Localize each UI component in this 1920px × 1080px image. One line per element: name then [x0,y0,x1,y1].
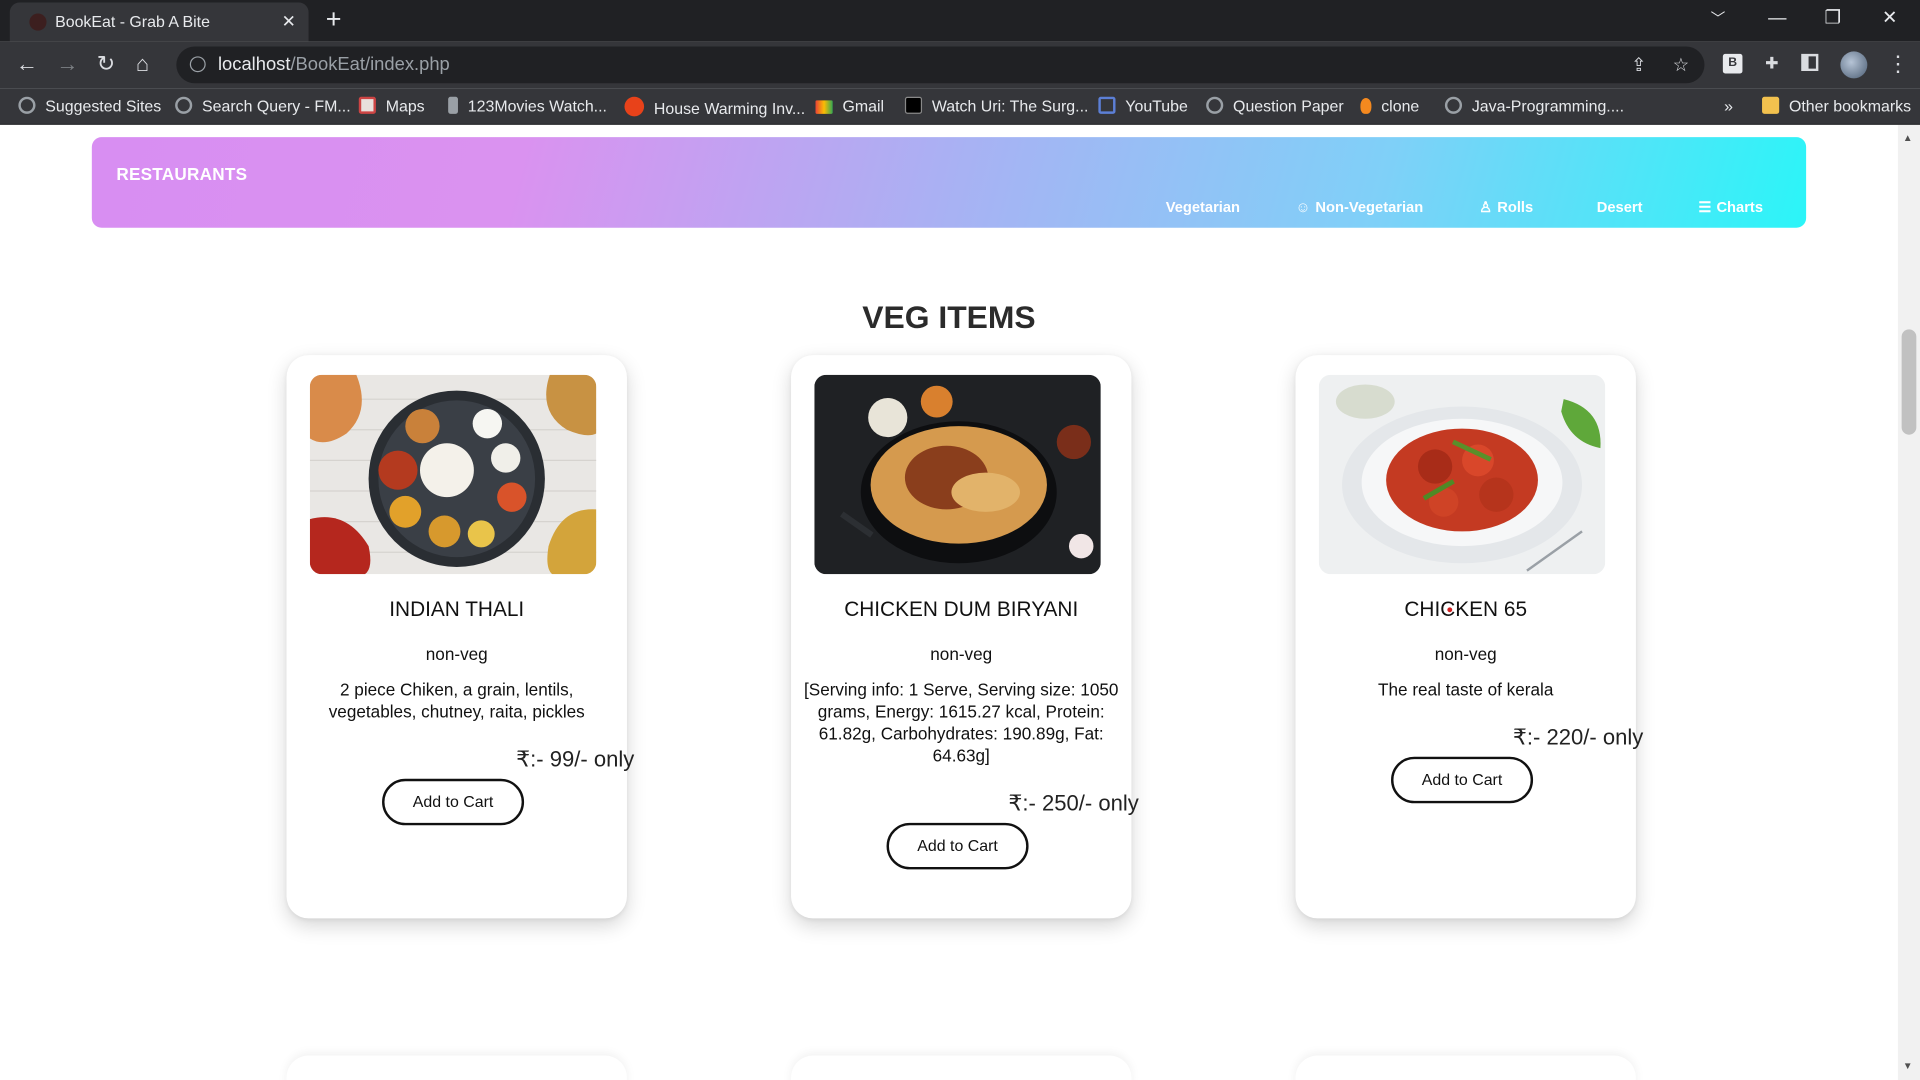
bookmark-clone[interactable]: clone [1360,97,1419,115]
food-image-chicken-dum-biryani [814,374,1101,575]
bookmark-watch-uri[interactable]: Watch Uri: The Surg... [904,96,1088,115]
bookmark-java-programming[interactable]: Java-Programming.... [1444,96,1624,115]
nav-charts[interactable]: ☰ Charts [1698,198,1763,215]
food-description: [Serving info: 1 Serve, Serving size: 10… [803,679,1119,766]
flame-icon [1360,97,1372,114]
food-title: CHICKEN 65 [1404,597,1528,621]
user-icon: ♙ [1479,198,1493,216]
bookmark-123movies[interactable]: 123Movies Watch... [448,96,607,115]
extensions-puzzle-icon[interactable]: ✚ [1762,54,1782,74]
food-card-next-row [286,1055,627,1080]
bookmark-maps[interactable]: Maps [358,96,425,115]
forward-icon[interactable]: → [56,51,78,75]
close-tab-icon[interactable]: ✕ [282,10,296,32]
red-dot [1447,607,1453,613]
food-card: CHICKEN DUM BIRYANI non-veg [Serving inf… [791,355,1139,919]
section-title: VEG ITEMS [862,298,1036,336]
food-price: ₹:- 250/- only [1008,791,1139,816]
food-type: non-veg [425,644,488,664]
bookmarks-overflow-icon[interactable]: » [1724,97,1733,115]
site-navbar: RESTAURANTS Vegetarian ☺ Non-Vegetarian ♙… [91,137,1807,228]
food-description: 2 piece Chiken, a grain, lentils, vegeta… [328,679,585,722]
maps-icon [358,96,376,114]
folder-icon [1762,96,1780,114]
tab-title: BookEat - Grab A Bite [55,12,210,31]
bookmark-gmail[interactable]: Gmail [815,97,884,115]
food-type: non-veg [930,644,993,664]
add-to-cart-button[interactable]: Add to Cart [382,778,525,826]
food-description: The real taste of kerala [1378,679,1554,700]
nav-non-vegetarian[interactable]: ☺ Non-Vegetarian [1296,198,1424,215]
brand-link[interactable]: RESTAURANTS [116,164,247,184]
restore-icon[interactable]: ❐ [1824,7,1840,29]
browser-tab-strip: BookEat - Grab A Bite ✕ + ﹀ — ❐ ✕ [0,0,1920,42]
browser-tab[interactable]: BookEat - Grab A Bite ✕ [9,2,309,42]
bookmarks-bar: Suggested Sites Search Query - FM... Map… [0,88,1920,125]
scroll-up-icon[interactable]: ▲ [1903,132,1913,143]
smile-icon: ☺ [1295,198,1311,216]
other-bookmarks[interactable]: Other bookmarks [1762,96,1911,115]
food-title: INDIAN THALI [389,597,525,621]
up-icon [624,96,645,117]
globe-icon [18,96,36,114]
address-bar[interactable]: localhost/BookEat/index.php ⇪ ☆ [176,46,1705,84]
side-panel-icon[interactable] [1801,53,1819,72]
profile-avatar[interactable] [1840,51,1868,79]
food-card: INDIAN THALI non-veg 2 piece Chiken, a g… [286,355,634,919]
new-tab-icon[interactable]: + [326,6,342,33]
extension-b-icon[interactable]: B [1722,53,1743,74]
nav-vegetarian[interactable]: Vegetarian [1166,198,1240,215]
add-to-cart-button[interactable]: Add to Cart [886,822,1029,870]
page-content: RESTAURANTS Vegetarian ☺ Non-Vegetarian ♙… [0,124,1898,1080]
food-image-chicken-65 [1318,374,1606,575]
globe-icon [175,96,193,114]
browser-toolbar: ← → ↻ ⌂ localhost/BookEat/index.php ⇪ ☆ … [0,41,1920,89]
favicon-icon [29,13,47,31]
home-icon[interactable]: ⌂ [136,51,149,75]
reload-icon[interactable]: ↻ [97,51,115,75]
food-price: ₹:- 220/- only [1512,724,1644,750]
globe-icon [1206,96,1224,114]
scroll-thumb[interactable] [1901,329,1917,435]
d-icon [904,96,923,114]
bookmark-star-icon[interactable]: ☆ [1673,54,1689,76]
nav-rolls[interactable]: ♙ Rolls [1479,198,1533,215]
scroll-down-icon[interactable]: ▼ [1903,1060,1913,1071]
gmail-icon [815,100,833,114]
food-card: CHICKEN 65 non-veg The real taste of ker… [1295,355,1643,919]
bookmark-house-warming[interactable]: House Warming Inv... [624,96,805,118]
url-host: localhost [217,53,291,75]
back-icon[interactable]: ← [16,51,38,75]
youtube-icon [1098,96,1116,114]
site-info-icon[interactable] [189,56,206,73]
url-path: /BookEat/index.php [290,53,450,75]
food-price: ₹:- 99/- only [516,746,635,772]
screen: BookEat - Grab A Bite ✕ + ﹀ — ❐ ✕ ← → ↻ … [0,0,1920,1080]
close-window-icon[interactable]: ✕ [1882,7,1897,29]
page-scrollbar[interactable]: ▲ ▼ [1897,124,1920,1080]
minimize-icon[interactable]: — [1768,7,1786,29]
menu-icon: ☰ [1698,198,1712,216]
food-card-next-row [791,1055,1132,1080]
food-card-next-row [1295,1055,1636,1080]
bookmark-youtube[interactable]: YouTube [1098,96,1188,115]
bookmark-search-query[interactable]: Search Query - FM... [175,96,351,115]
movie-icon [448,96,458,114]
food-title: CHICKEN DUM BIRYANI [844,597,1079,621]
globe-icon [1444,96,1463,114]
food-image-indian-thali [309,374,597,575]
more-menu-icon[interactable]: ⋮ [1887,51,1909,75]
bookmark-question-paper[interactable]: Question Paper [1206,96,1344,115]
tab-search-icon[interactable]: ﹀ [1711,7,1726,29]
add-to-cart-button[interactable]: Add to Cart [1391,756,1534,804]
url-text[interactable]: localhost/BookEat/index.php [218,54,450,75]
share-icon[interactable]: ⇪ [1631,54,1646,76]
bookmark-suggested-sites[interactable]: Suggested Sites [18,96,161,115]
food-type: non-veg [1434,644,1497,664]
nav-desert[interactable]: Desert [1597,198,1643,215]
